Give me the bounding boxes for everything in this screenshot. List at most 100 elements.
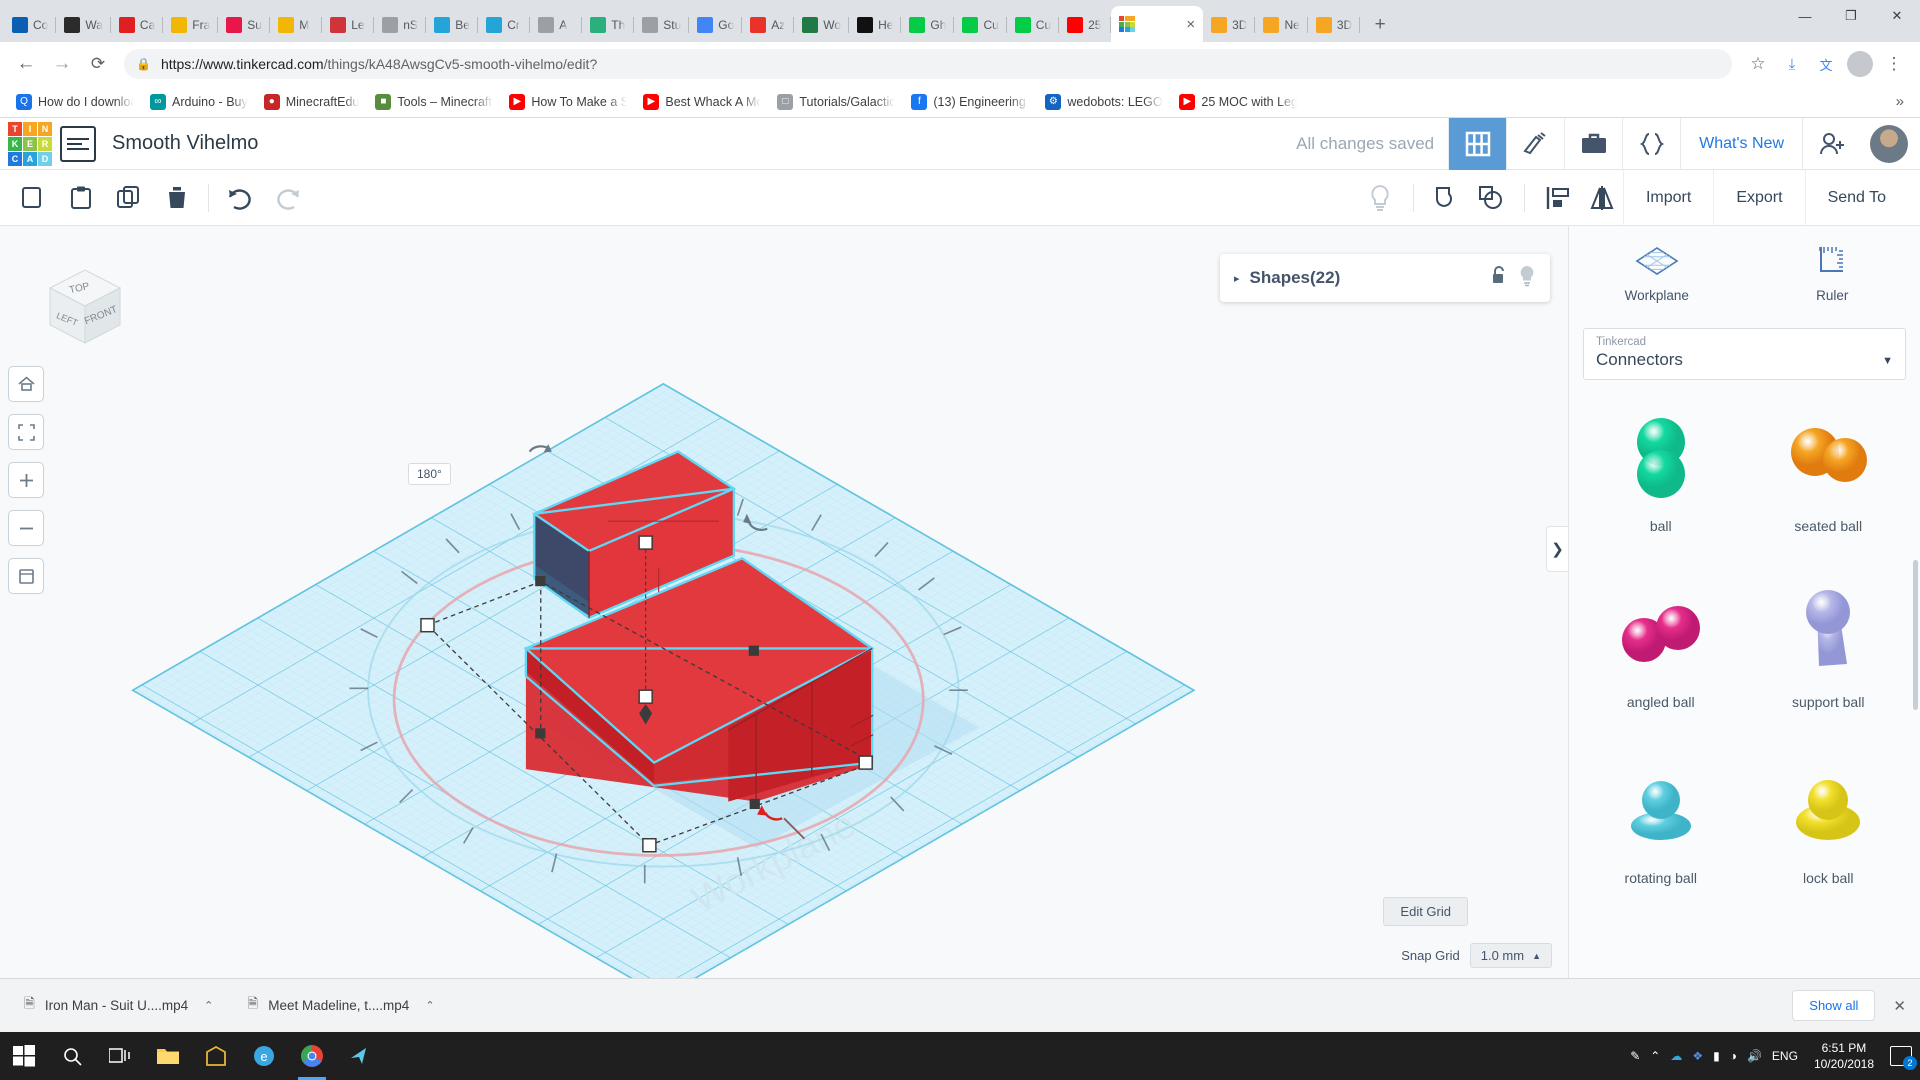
shape-item-lock-ball[interactable]: lock ball: [1747, 748, 1911, 920]
avatar[interactable]: [1870, 125, 1908, 163]
wifi-icon[interactable]: ◑: [1730, 1049, 1737, 1063]
tab-before-20[interactable]: 25: [1059, 8, 1111, 42]
new-tab-button[interactable]: +: [1366, 11, 1394, 39]
tab-close-icon[interactable]: ×: [1182, 17, 1195, 32]
shapes-panel-header[interactable]: ▸ Shapes(22): [1220, 254, 1550, 302]
tab-after-2[interactable]: 3D: [1308, 8, 1360, 42]
tab-before-17[interactable]: Gh: [901, 8, 954, 42]
minimize-button[interactable]: —: [1782, 0, 1828, 32]
tab-before-19[interactable]: Cu: [1007, 8, 1059, 42]
panel-collapse-toggle[interactable]: ❯: [1546, 526, 1568, 572]
tab-before-1[interactable]: Wa: [56, 8, 111, 42]
sidebar-item-workplane[interactable]: Workplane: [1569, 226, 1745, 318]
back-button[interactable]: ←: [10, 48, 42, 80]
tab-before-7[interactable]: nS: [374, 8, 426, 42]
share-icon[interactable]: ⤓: [1776, 48, 1808, 80]
task-view-icon[interactable]: [96, 1032, 144, 1080]
edge-icon[interactable]: e: [240, 1032, 288, 1080]
tray-expand-icon[interactable]: ⌃: [1650, 1049, 1660, 1063]
microsoft-store-icon[interactable]: [192, 1032, 240, 1080]
align-button[interactable]: [1537, 177, 1579, 219]
delete-button[interactable]: [156, 177, 198, 219]
duplicate-button[interactable]: [108, 177, 150, 219]
language-indicator[interactable]: ENG: [1772, 1049, 1798, 1063]
sidebar-scrollbar[interactable]: [1913, 560, 1918, 710]
shape-item-ball[interactable]: ball: [1579, 396, 1743, 568]
codeblocks-button[interactable]: [1506, 118, 1564, 170]
chrome-icon[interactable]: [288, 1032, 336, 1080]
clock[interactable]: 6:51 PM 10/20/2018: [1808, 1040, 1880, 1072]
close-window-button[interactable]: ✕: [1874, 0, 1920, 32]
bookmark-7[interactable]: f(13) Engineering For: [905, 91, 1035, 113]
ungroup-button[interactable]: [1470, 177, 1512, 219]
tab-before-3[interactable]: Fra: [163, 8, 218, 42]
export-button[interactable]: Export: [1713, 170, 1804, 226]
tab-before-8[interactable]: Be: [426, 8, 478, 42]
undo-button[interactable]: [219, 177, 261, 219]
bookmark-4[interactable]: ▶How To Make a Simp: [503, 91, 633, 113]
forward-button[interactable]: →: [46, 48, 78, 80]
tab-after-1[interactable]: Ne: [1255, 8, 1307, 42]
search-icon[interactable]: [48, 1032, 96, 1080]
copy-button[interactable]: [12, 177, 54, 219]
start-button[interactable]: [0, 1032, 48, 1080]
unlock-icon[interactable]: [1491, 265, 1508, 291]
paste-button[interactable]: [60, 177, 102, 219]
download-item-1[interactable]: 🗎Meet Madeline, t....mp4⌃: [237, 987, 444, 1024]
volume-icon[interactable]: 🔊: [1747, 1049, 1762, 1063]
tab-before-2[interactable]: Ca: [111, 8, 163, 42]
chevron-right-icon[interactable]: ▸: [1234, 272, 1240, 285]
invite-button[interactable]: [1802, 118, 1860, 170]
address-bar[interactable]: 🔒 https://www.tinkercad.com/things/kA48A…: [124, 49, 1732, 79]
dropbox-icon[interactable]: ❖: [1692, 1049, 1703, 1063]
close-downloads-icon[interactable]: ✕: [1893, 997, 1906, 1015]
sidebar-item-ruler[interactable]: Ruler: [1745, 226, 1920, 318]
battery-icon[interactable]: ▮: [1713, 1049, 1720, 1063]
design-grid-button[interactable]: [1448, 118, 1506, 170]
bookmark-3[interactable]: ■Tools – Minecraft Wik: [369, 91, 499, 113]
tab-before-13[interactable]: Go: [689, 8, 742, 42]
tab-before-5[interactable]: M: [270, 8, 322, 42]
bookmark-5[interactable]: ▶Best Whack A Mole G: [637, 91, 767, 113]
bookmark-2[interactable]: ●MinecraftEdu: [258, 91, 366, 113]
shape-item-rotating-ball[interactable]: rotating ball: [1579, 748, 1743, 920]
shape-library-select[interactable]: Tinkercad Connectors ▼: [1583, 328, 1906, 380]
snap-grid-select[interactable]: 1.0 mm ▲: [1470, 943, 1552, 968]
3d-canvas[interactable]: TOP LEFT FRONT: [0, 226, 1568, 978]
translate-icon[interactable]: 文: [1810, 48, 1842, 80]
bookmark-star-icon[interactable]: ☆: [1742, 48, 1774, 80]
tab-before-4[interactable]: Su: [218, 8, 270, 42]
bookmark-9[interactable]: ▶25 MOC with Lego 4D: [1173, 91, 1303, 113]
bookmarks-overflow-icon[interactable]: »: [1890, 93, 1910, 110]
bookmark-8[interactable]: ⚙wedobots: LEGO® W: [1039, 91, 1169, 113]
send-to-button[interactable]: Send To: [1805, 170, 1908, 226]
tab-active-tinkercad[interactable]: ×: [1111, 6, 1203, 42]
mirror-button[interactable]: [1581, 177, 1623, 219]
tab-before-12[interactable]: Stu: [634, 8, 689, 42]
scene-svg[interactable]: Workplane: [0, 226, 1568, 978]
lightbulb-icon[interactable]: [1518, 265, 1536, 292]
tab-before-9[interactable]: Cr: [478, 8, 530, 42]
tab-before-14[interactable]: Az: [742, 8, 794, 42]
shape-item-seated-ball[interactable]: seated ball: [1747, 396, 1911, 568]
tinkercad-app-icon[interactable]: [336, 1032, 384, 1080]
tab-before-16[interactable]: He: [849, 8, 901, 42]
bookmark-1[interactable]: ∞Arduino - Buy: [144, 91, 254, 113]
reload-button[interactable]: ⟳: [82, 48, 114, 80]
tab-before-6[interactable]: Le: [322, 8, 374, 42]
gallery-button[interactable]: [1564, 118, 1622, 170]
download-menu-icon[interactable]: ⌃: [204, 999, 213, 1012]
shape-item-angled-ball[interactable]: angled ball: [1579, 572, 1743, 744]
download-menu-icon[interactable]: ⌃: [425, 999, 434, 1012]
edit-grid-button[interactable]: Edit Grid: [1383, 897, 1468, 926]
bookmark-6[interactable]: □Tutorials/Galacticraft: [771, 91, 901, 113]
notifications-icon[interactable]: 2: [1890, 1046, 1912, 1066]
redo-button[interactable]: [267, 177, 309, 219]
lightbulb-icon[interactable]: [1359, 177, 1401, 219]
show-all-downloads-button[interactable]: Show all: [1792, 990, 1875, 1021]
pen-icon[interactable]: ✎: [1630, 1049, 1640, 1063]
tab-after-0[interactable]: 3D: [1203, 8, 1255, 42]
group-button[interactable]: [1426, 177, 1468, 219]
download-item-0[interactable]: 🗎Iron Man - Suit U....mp4⌃: [14, 987, 223, 1024]
bookmark-0[interactable]: QHow do I download a: [10, 91, 140, 113]
